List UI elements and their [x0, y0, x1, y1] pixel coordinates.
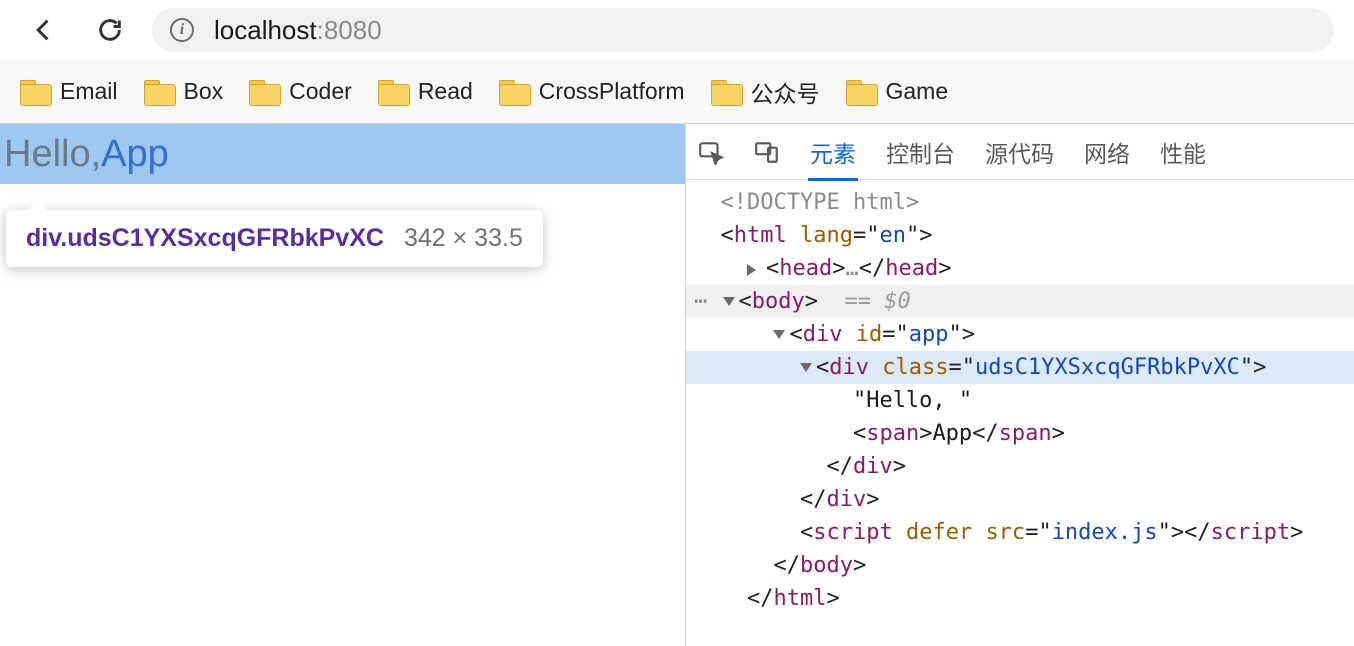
bookmark-label: 公众号: [751, 75, 820, 109]
folder-icon: [499, 80, 529, 104]
dom-line-div-close-inner[interactable]: </div>: [686, 450, 1354, 483]
folder-icon: [378, 80, 408, 104]
dom-line-div-class-selected[interactable]: <div class="udsC1YXSxcqGFRbkPvXC">: [686, 351, 1354, 384]
dom-line-html-close[interactable]: </html>: [686, 582, 1354, 615]
inspected-element-highlight: Hello, App: [0, 124, 685, 184]
caret-right-icon[interactable]: [747, 264, 762, 276]
bookmark-read[interactable]: Read: [378, 78, 473, 105]
bookmarks-bar: Email Box Coder Read CrossPlatform 公众号 G…: [0, 60, 1354, 124]
tab-network[interactable]: 网络: [1082, 123, 1132, 181]
inspect-element-button[interactable]: [696, 137, 726, 167]
devtools-tabs: 元素 控制台 源代码 网络 性能: [686, 124, 1354, 180]
bookmark-label: Email: [60, 78, 118, 105]
bookmark-gongzhonghao[interactable]: 公众号: [711, 75, 820, 109]
reload-icon: [96, 16, 124, 44]
page-viewport: Hello, App div.udsC1YXSxcqGFRbkPvXC 342 …: [0, 124, 686, 646]
address-bar[interactable]: i localhost:8080: [152, 8, 1334, 52]
caret-down-icon[interactable]: [773, 330, 785, 339]
page-text-app: App: [101, 133, 169, 176]
bookmark-coder[interactable]: Coder: [249, 78, 352, 105]
dom-line-div-app[interactable]: <div id="app">: [686, 318, 1354, 351]
browser-toolbar: i localhost:8080: [0, 0, 1354, 60]
site-info-icon[interactable]: i: [170, 18, 194, 42]
folder-icon: [249, 80, 279, 104]
folder-icon: [20, 80, 50, 104]
folder-icon: [711, 80, 741, 104]
dom-line-script[interactable]: <script defer src="index.js"></script>: [686, 516, 1354, 549]
bookmark-box[interactable]: Box: [144, 78, 224, 105]
dom-tree[interactable]: <!DOCTYPE html> <html lang="en"> <head>……: [686, 180, 1354, 621]
tab-performance[interactable]: 性能: [1158, 123, 1208, 181]
dom-line-body-close[interactable]: </body>: [686, 549, 1354, 582]
bookmark-label: Box: [184, 78, 224, 105]
dom-line-head[interactable]: <head>…</head>: [686, 252, 1354, 285]
inspect-icon: [698, 139, 724, 165]
bookmark-label: CrossPlatform: [539, 78, 685, 105]
device-icon: [754, 139, 780, 165]
bookmark-label: Game: [886, 78, 949, 105]
folder-icon: [144, 80, 174, 104]
inspect-tooltip: div.udsC1YXSxcqGFRbkPvXC 342 × 33.5: [6, 210, 543, 267]
back-button[interactable]: [20, 6, 68, 54]
url-text: localhost:8080: [214, 15, 382, 46]
page-text-hello: Hello,: [4, 133, 101, 176]
bookmark-game[interactable]: Game: [846, 78, 949, 105]
tab-sources[interactable]: 源代码: [983, 123, 1056, 181]
device-toolbar-button[interactable]: [752, 137, 782, 167]
tooltip-selector: div.udsC1YXSxcqGFRbkPvXC: [26, 224, 384, 253]
reload-button[interactable]: [86, 6, 134, 54]
tooltip-dimensions: 342 × 33.5: [404, 224, 523, 253]
tab-console[interactable]: 控制台: [884, 123, 957, 181]
dom-line-text-hello[interactable]: "Hello, ": [686, 384, 1354, 417]
bookmark-label: Read: [418, 78, 473, 105]
arrow-left-icon: [30, 16, 58, 44]
bookmark-email[interactable]: Email: [20, 78, 118, 105]
dom-line-div-close-app[interactable]: </div>: [686, 483, 1354, 516]
dom-line-span[interactable]: <span>App</span>: [686, 417, 1354, 450]
main-split: Hello, App div.udsC1YXSxcqGFRbkPvXC 342 …: [0, 124, 1354, 646]
caret-down-icon[interactable]: [723, 297, 735, 306]
dom-line-doctype[interactable]: <!DOCTYPE html>: [686, 186, 1354, 219]
bookmark-label: Coder: [289, 78, 352, 105]
dom-line-body-open[interactable]: ⋯ <body> == $0: [686, 285, 1354, 318]
caret-down-icon[interactable]: [800, 363, 812, 372]
dom-line-html-open[interactable]: <html lang="en">: [686, 219, 1354, 252]
bookmark-crossplatform[interactable]: CrossPlatform: [499, 78, 685, 105]
devtools-panel: 元素 控制台 源代码 网络 性能 <!DOCTYPE html> <html l…: [686, 124, 1354, 646]
tab-elements[interactable]: 元素: [808, 123, 858, 181]
folder-icon: [846, 80, 876, 104]
